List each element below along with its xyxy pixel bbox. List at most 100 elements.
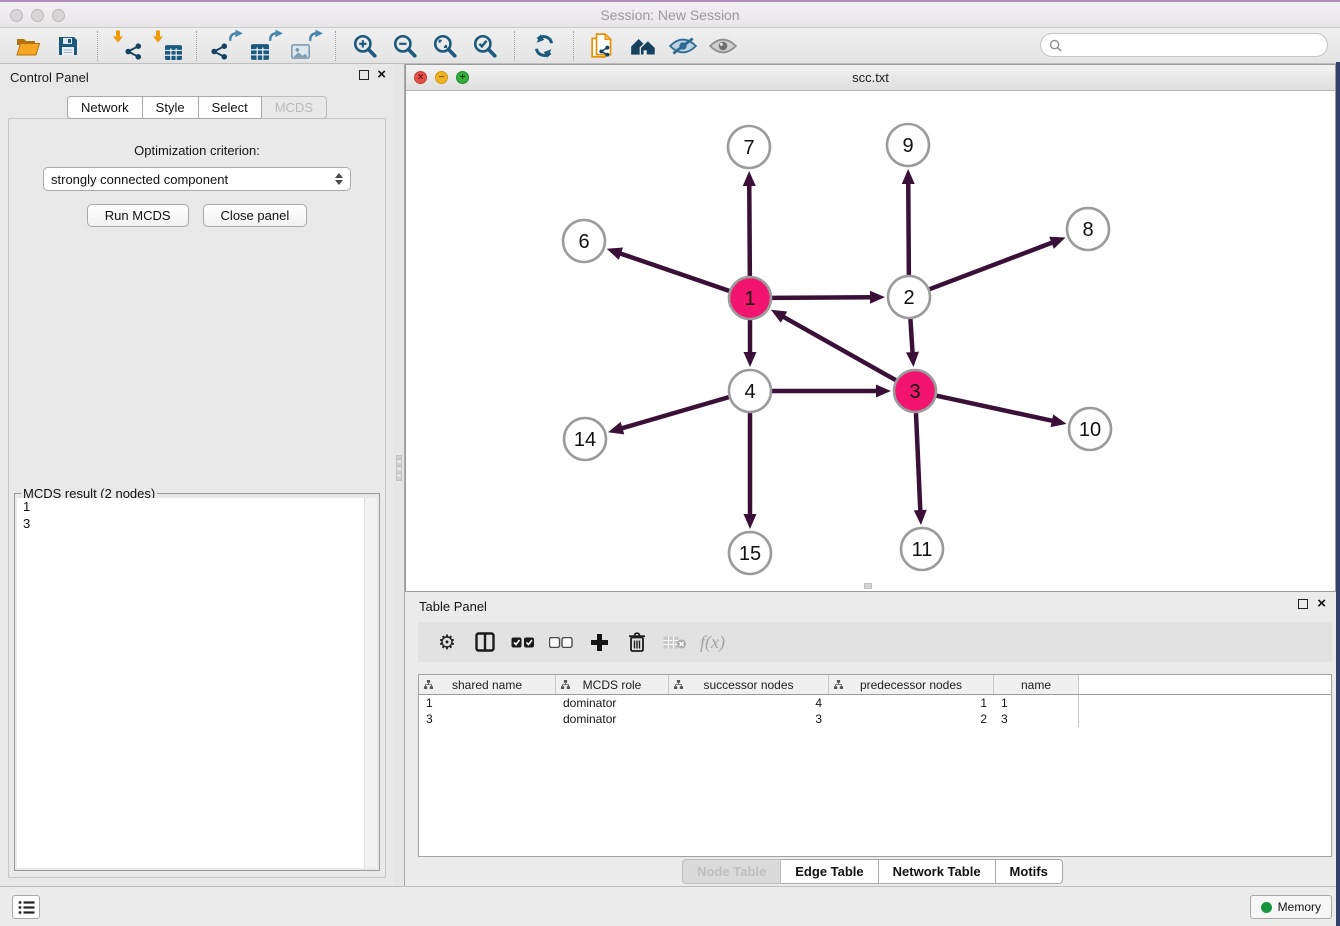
hierarchy-icon (561, 680, 570, 689)
criterion-dropdown[interactable]: strongly connected component (43, 167, 351, 191)
column-header-shared-name[interactable]: shared name (419, 675, 556, 694)
application-window: Session: New Session (0, 0, 1340, 926)
table-settings-icon[interactable]: ⚙ (432, 627, 462, 657)
tab-select[interactable]: Select (199, 96, 262, 119)
import-network-icon[interactable] (111, 30, 143, 62)
export-table-icon[interactable] (250, 30, 282, 62)
edge-arrowhead (906, 352, 919, 367)
tab-mcds[interactable]: MCDS (262, 96, 327, 119)
tab-node-table[interactable]: Node Table (682, 859, 781, 884)
float-table-panel-icon[interactable] (1298, 599, 1308, 609)
tab-network-table[interactable]: Network Table (879, 859, 996, 884)
edge-3-11[interactable] (916, 413, 920, 513)
table-cell[interactable]: 1 (419, 695, 556, 711)
zoom-out-icon[interactable] (389, 30, 421, 62)
edge-arrowhead (607, 248, 623, 260)
export-image-icon[interactable] (290, 30, 322, 62)
table-cell[interactable]: 4 (669, 695, 829, 711)
network-graph[interactable]: 7968124314101511 (406, 91, 1337, 591)
close-table-panel-icon[interactable]: × (1317, 598, 1326, 610)
column-header-predecessor-nodes[interactable]: predecessor nodes (829, 675, 994, 694)
edge-4-14[interactable] (620, 397, 729, 429)
table-cell[interactable]: 1 (994, 695, 1079, 711)
node-label-1: 1 (744, 288, 755, 310)
edge-arrowhead (914, 510, 927, 525)
edge-1-7[interactable] (749, 183, 750, 276)
result-scrollbar[interactable] (364, 498, 377, 868)
divider-grip[interactable] (396, 455, 402, 481)
import-table-icon[interactable] (151, 30, 183, 62)
edge-3-1[interactable] (781, 316, 895, 381)
edge-arrowhead (876, 385, 891, 398)
zoom-in-icon[interactable] (349, 30, 381, 62)
export-network-icon[interactable] (210, 30, 242, 62)
mcds-result-list[interactable]: 13 (17, 498, 377, 868)
column-header-name[interactable]: name (994, 675, 1079, 694)
open-network-file-icon[interactable] (587, 30, 619, 62)
column-header-successor-nodes[interactable]: successor nodes (669, 675, 829, 694)
node-label-9: 9 (902, 135, 913, 157)
delete-rows-icon[interactable] (622, 627, 652, 657)
hierarchy-icon (424, 680, 433, 689)
refresh-view-icon[interactable] (528, 30, 560, 62)
table-row[interactable]: 3dominator323 (419, 711, 1331, 727)
panel-divider[interactable] (394, 64, 405, 886)
edge-1-6[interactable] (618, 253, 729, 291)
table-header-row: shared nameMCDS role successor nodes prede… (419, 675, 1331, 695)
table-cell[interactable]: 2 (829, 711, 994, 727)
search-box[interactable] (1040, 33, 1328, 57)
network-scroll-handle[interactable] (864, 583, 872, 589)
go-home-icon[interactable] (627, 30, 659, 62)
add-row-icon[interactable] (584, 627, 614, 657)
edge-arrowhead (1049, 237, 1065, 249)
control-panel-tabs: NetworkStyleSelectMCDS (0, 96, 394, 119)
status-bar: Memory (0, 886, 1340, 926)
table-cell[interactable]: dominator (556, 695, 669, 711)
mcds-result-box: MCDS result (2 nodes) 13 (14, 493, 380, 871)
column-label: successor nodes (703, 678, 793, 692)
apply-function-icon: f(x) (700, 632, 725, 653)
table-cell[interactable]: 1 (829, 695, 994, 711)
edge-2-3[interactable] (910, 319, 912, 355)
column-label: predecessor nodes (860, 678, 962, 692)
tab-motifs[interactable]: Motifs (996, 859, 1063, 884)
tab-edge-table[interactable]: Edge Table (781, 859, 878, 884)
tab-style[interactable]: Style (143, 96, 199, 119)
save-session-icon[interactable] (52, 30, 84, 62)
node-label-15: 15 (739, 543, 761, 565)
run-mcds-button[interactable]: Run MCDS (87, 204, 189, 227)
tab-network[interactable]: Network (67, 96, 143, 119)
table-cell[interactable]: 3 (994, 711, 1079, 727)
mcds-pane: Optimization criterion: strongly connect… (8, 118, 386, 878)
table-cell[interactable]: 3 (669, 711, 829, 727)
open-session-icon[interactable] (12, 30, 44, 62)
network-window-titlebar[interactable]: × − + scc.txt (406, 65, 1335, 91)
zoom-selected-icon[interactable] (469, 30, 501, 62)
hide-graphics-details-icon[interactable] (667, 30, 699, 62)
close-panel-icon[interactable]: × (377, 69, 386, 81)
edge-2-9[interactable] (908, 181, 909, 275)
edge-arrowhead (743, 171, 756, 186)
search-input[interactable] (1067, 38, 1319, 52)
show-panels-button[interactable] (12, 895, 40, 919)
deselect-all-rows-icon[interactable] (546, 627, 576, 657)
table-row[interactable]: 1dominator411 (419, 695, 1331, 711)
select-all-rows-icon[interactable] (508, 627, 538, 657)
show-columns-icon[interactable] (470, 627, 500, 657)
table-cell[interactable]: dominator (556, 711, 669, 727)
float-panel-icon[interactable] (359, 70, 369, 80)
show-graphics-details-icon[interactable] (707, 30, 739, 62)
node-table[interactable]: shared nameMCDS role successor nodes prede… (418, 674, 1332, 857)
edge-3-10[interactable] (936, 396, 1054, 422)
close-panel-button[interactable]: Close panel (203, 204, 308, 227)
edge-arrowhead (902, 169, 915, 184)
column-header-MCDS-role[interactable]: MCDS role (556, 675, 669, 694)
edge-2-8[interactable] (930, 242, 1055, 289)
table-tabs: Node TableEdge TableNetwork TableMotifs (405, 859, 1340, 884)
edge-1-2[interactable] (772, 297, 873, 298)
table-cell[interactable]: 3 (419, 711, 556, 727)
network-canvas[interactable]: 7968124314101511 (406, 91, 1335, 591)
node-label-3: 3 (909, 381, 920, 403)
zoom-fit-icon[interactable] (429, 30, 461, 62)
memory-button[interactable]: Memory (1250, 895, 1332, 919)
